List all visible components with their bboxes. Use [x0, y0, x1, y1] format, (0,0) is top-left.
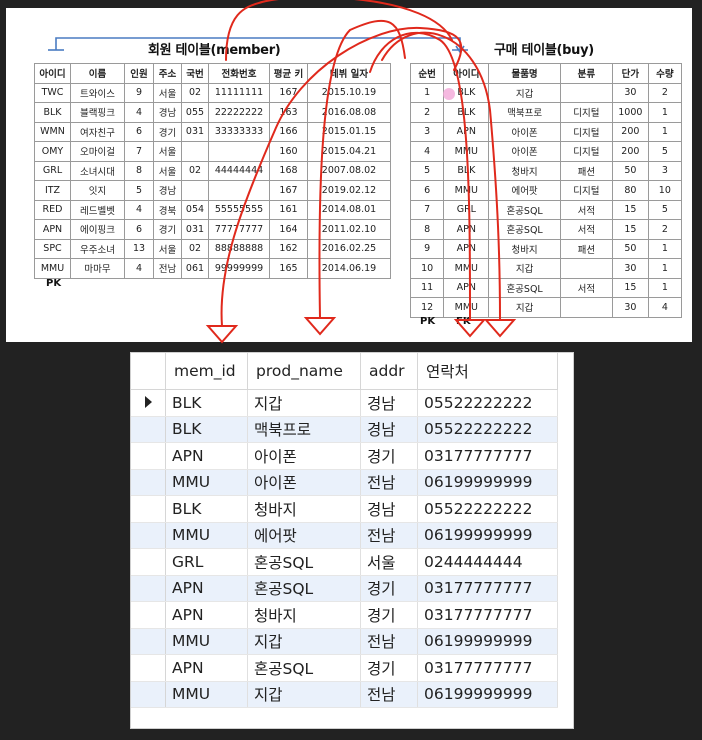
- result-cell[interactable]: APN: [165, 601, 248, 629]
- result-row[interactable]: APN 청바지 경기 03177777777: [131, 601, 558, 629]
- result-cell[interactable]: BLK: [165, 389, 248, 417]
- result-cell[interactable]: 06199999999: [417, 522, 558, 549]
- result-cell[interactable]: 서울: [360, 548, 418, 576]
- relationship-line: [48, 37, 468, 54]
- result-cell[interactable]: 전남: [360, 522, 418, 549]
- row-selector[interactable]: [131, 681, 166, 708]
- result-cell[interactable]: MMU: [165, 628, 248, 655]
- result-cell[interactable]: 맥북프로: [247, 416, 361, 443]
- result-row[interactable]: MMU 지갑 전남 06199999999: [131, 628, 558, 655]
- result-row[interactable]: APN 아이폰 경기 03177777777: [131, 442, 558, 470]
- result-cell[interactable]: 03177777777: [417, 575, 558, 602]
- result-cell[interactable]: 혼공SQL: [247, 548, 361, 576]
- result-row[interactable]: MMU 지갑 전남 06199999999: [131, 681, 558, 708]
- result-cell[interactable]: 경남: [360, 495, 418, 523]
- result-cell[interactable]: 06199999999: [417, 469, 558, 496]
- row-selector[interactable]: [131, 654, 166, 682]
- red-annotations: [205, 0, 517, 344]
- result-cell[interactable]: 경기: [360, 575, 418, 602]
- result-cell[interactable]: 전남: [360, 628, 418, 655]
- row-selector[interactable]: [131, 416, 166, 443]
- result-row[interactable]: GRL 혼공SQL 서울 0244444444: [131, 548, 558, 576]
- result-cell[interactable]: GRL: [165, 548, 248, 576]
- result-cell[interactable]: 지갑: [247, 389, 361, 417]
- result-cell[interactable]: 05522222222: [417, 389, 558, 417]
- result-cell[interactable]: 05522222222: [417, 495, 558, 523]
- column-header-mem-id[interactable]: mem_id: [165, 353, 248, 390]
- row-selector[interactable]: [131, 628, 166, 655]
- result-row[interactable]: BLK 청바지 경남 05522222222: [131, 495, 558, 523]
- result-cell[interactable]: BLK: [165, 416, 248, 443]
- current-row-arrow-icon: [144, 395, 152, 408]
- result-cell[interactable]: 06199999999: [417, 628, 558, 655]
- result-cell[interactable]: 혼공SQL: [247, 575, 361, 602]
- result-cell[interactable]: 지갑: [247, 681, 361, 708]
- row-selector[interactable]: [131, 389, 166, 417]
- row-header-corner: [131, 353, 166, 390]
- result-cell[interactable]: 아이폰: [247, 442, 361, 470]
- result-cell[interactable]: 03177777777: [417, 654, 558, 682]
- result-table: mem_id prod_name addr 연락처 BLK 지갑 경남 0552222…: [131, 353, 558, 708]
- result-cell[interactable]: 03177777777: [417, 442, 558, 470]
- result-cell[interactable]: 경기: [360, 442, 418, 470]
- result-cell[interactable]: 혼공SQL: [247, 654, 361, 682]
- result-cell[interactable]: 지갑: [247, 628, 361, 655]
- row-selector[interactable]: [131, 601, 166, 629]
- result-cell[interactable]: APN: [165, 442, 248, 470]
- column-header-addr[interactable]: addr: [360, 353, 418, 390]
- result-cell[interactable]: 경기: [360, 654, 418, 682]
- result-cell[interactable]: 전남: [360, 681, 418, 708]
- row-selector[interactable]: [131, 442, 166, 470]
- result-cell[interactable]: 05522222222: [417, 416, 558, 443]
- result-cell[interactable]: APN: [165, 575, 248, 602]
- annotation-arrows: [48, 0, 517, 344]
- result-cell[interactable]: MMU: [165, 522, 248, 549]
- result-cell[interactable]: 06199999999: [417, 681, 558, 708]
- column-header-prod-name[interactable]: prod_name: [247, 353, 361, 390]
- result-cell[interactable]: MMU: [165, 681, 248, 708]
- row-selector[interactable]: [131, 575, 166, 602]
- row-selector[interactable]: [131, 469, 166, 496]
- result-grid[interactable]: mem_id prod_name addr 연락처 BLK 지갑 경남 0552222…: [130, 352, 574, 729]
- result-row[interactable]: BLK 지갑 경남 05522222222: [131, 389, 558, 417]
- column-header-contact[interactable]: 연락처: [417, 353, 558, 390]
- result-cell[interactable]: 아이폰: [247, 469, 361, 496]
- result-cell[interactable]: BLK: [165, 495, 248, 523]
- result-cell[interactable]: 경남: [360, 389, 418, 417]
- result-row[interactable]: APN 혼공SQL 경기 03177777777: [131, 654, 558, 682]
- result-cell[interactable]: 0244444444: [417, 548, 558, 576]
- result-row[interactable]: APN 혼공SQL 경기 03177777777: [131, 575, 558, 602]
- row-selector[interactable]: [131, 522, 166, 549]
- result-row[interactable]: MMU 아이폰 전남 06199999999: [131, 469, 558, 496]
- result-row[interactable]: BLK 맥북프로 경남 05522222222: [131, 416, 558, 443]
- result-cell[interactable]: 에어팟: [247, 522, 361, 549]
- result-cell[interactable]: 03177777777: [417, 601, 558, 629]
- result-cell[interactable]: MMU: [165, 469, 248, 496]
- result-cell[interactable]: 경기: [360, 601, 418, 629]
- result-cell[interactable]: APN: [165, 654, 248, 682]
- result-row[interactable]: MMU 에어팟 전남 06199999999: [131, 522, 558, 549]
- result-cell[interactable]: 전남: [360, 469, 418, 496]
- result-cell[interactable]: 청바지: [247, 601, 361, 629]
- result-cell[interactable]: 청바지: [247, 495, 361, 523]
- result-cell[interactable]: 경남: [360, 416, 418, 443]
- row-selector[interactable]: [131, 548, 166, 576]
- row-selector[interactable]: [131, 495, 166, 523]
